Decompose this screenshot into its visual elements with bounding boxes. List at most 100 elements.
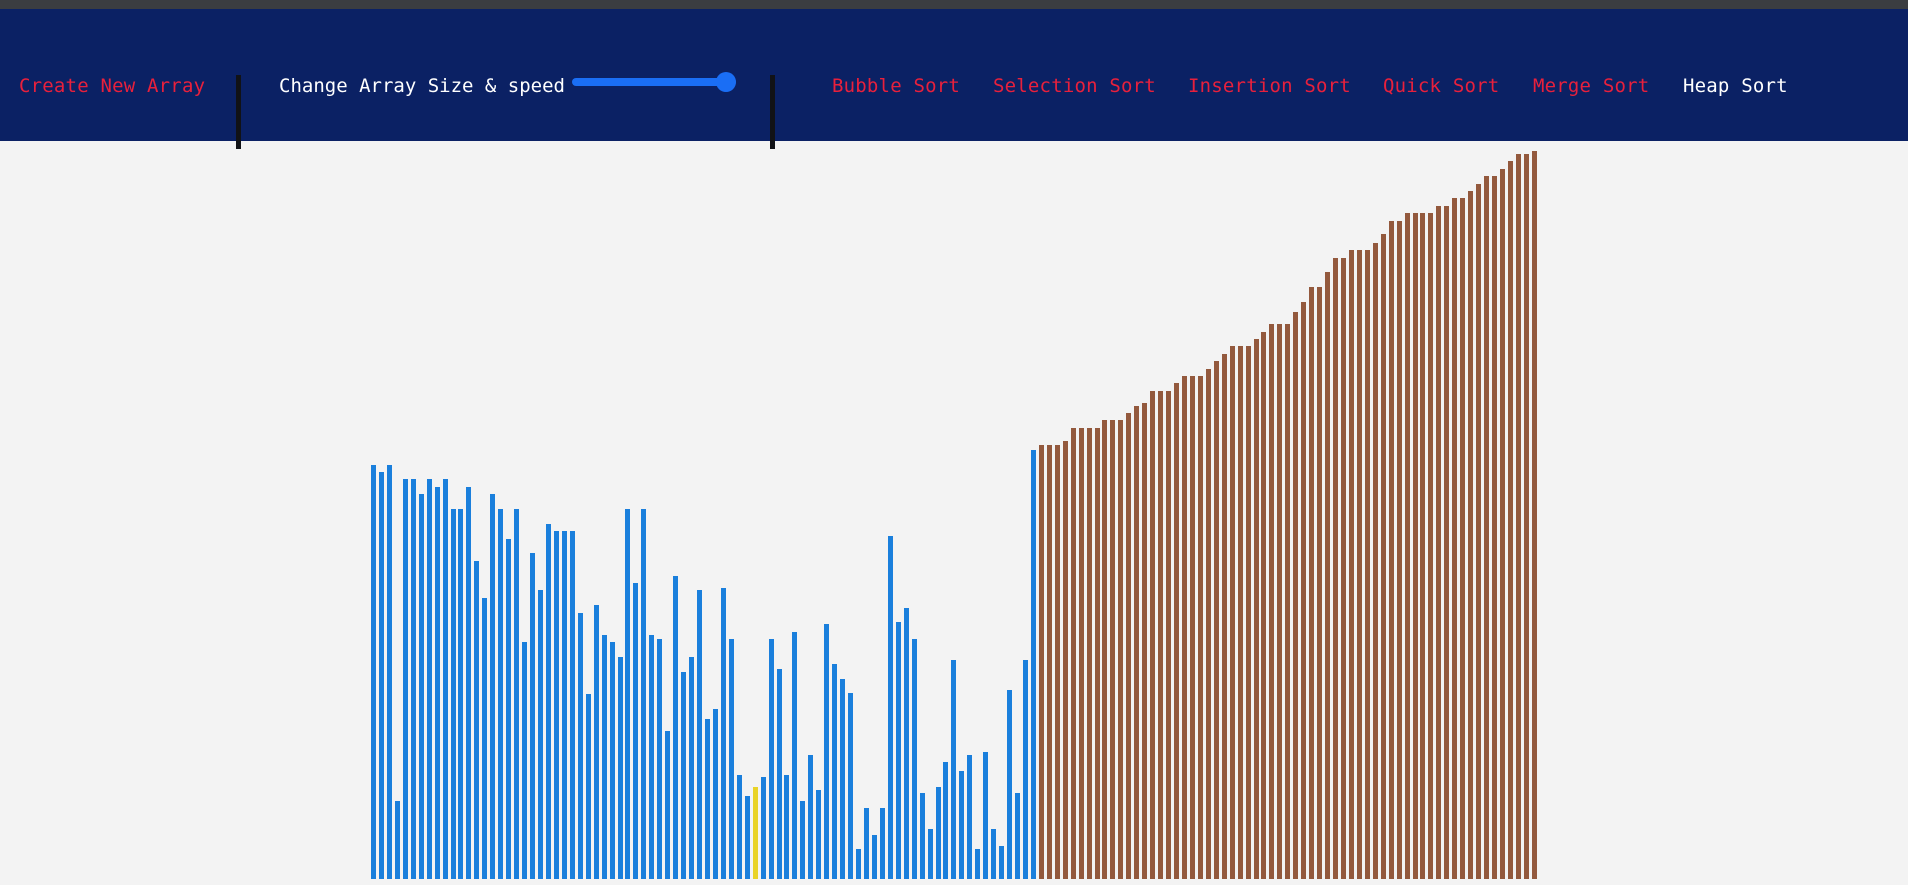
slider-thumb[interactable] <box>716 72 736 92</box>
array-bar <box>1531 151 1537 879</box>
array-bar <box>1007 690 1012 879</box>
bubble-sort-link[interactable]: Bubble Sort <box>832 74 960 98</box>
array-bar <box>410 479 416 879</box>
array-bar <box>1372 243 1378 879</box>
array-bar <box>522 642 527 879</box>
array-bar <box>593 605 599 879</box>
array-bar <box>633 583 639 879</box>
array-bar <box>545 524 551 879</box>
array-bar <box>999 846 1005 879</box>
array-bar <box>386 465 392 879</box>
array-size-speed-slider[interactable] <box>572 72 736 92</box>
array-bar <box>983 752 989 879</box>
array-bar <box>553 531 559 879</box>
array-bar <box>1293 312 1299 879</box>
array-bar <box>1428 213 1434 879</box>
array-bar <box>609 642 615 879</box>
array-bar <box>1181 376 1187 879</box>
array-bar <box>1492 176 1497 879</box>
array-bar <box>450 509 456 879</box>
array-bar <box>530 553 535 879</box>
array-bar <box>1022 660 1028 879</box>
array-bar <box>1062 441 1068 879</box>
array-bar <box>943 762 949 879</box>
array-bar <box>840 679 845 879</box>
navbar-divider-left <box>236 75 241 149</box>
array-bar <box>1404 213 1410 879</box>
array-bar <box>728 639 734 879</box>
navbar: Create New Array Change Array Size & spe… <box>0 9 1908 149</box>
create-new-array-link[interactable]: Create New Array <box>19 74 205 98</box>
array-bar <box>856 849 861 879</box>
array-bar <box>1150 391 1156 879</box>
array-bar <box>1356 250 1362 879</box>
array-bar <box>1285 324 1291 879</box>
array-bar <box>434 487 440 879</box>
array-bar <box>744 796 750 879</box>
array-bar <box>673 576 679 879</box>
array-bar <box>967 755 973 879</box>
array-bar <box>951 660 957 879</box>
array-bar <box>1261 332 1267 879</box>
array-bar <box>426 479 432 879</box>
array-bar <box>1523 154 1529 879</box>
array-bar <box>935 787 941 879</box>
array-bar <box>1038 445 1044 879</box>
array-bar <box>1515 154 1521 879</box>
insertion-sort-link[interactable]: Insertion Sort <box>1188 74 1351 98</box>
heap-sort-link[interactable]: Heap Sort <box>1683 74 1788 98</box>
array-bar <box>665 731 671 879</box>
array-bar <box>816 790 822 879</box>
array-bar <box>871 835 877 879</box>
array-bar <box>919 793 925 879</box>
quick-sort-link[interactable]: Quick Sort <box>1383 74 1499 98</box>
array-bar <box>402 479 408 879</box>
array-bar <box>474 561 480 879</box>
array-bar <box>1070 428 1076 879</box>
array-bar <box>466 487 472 879</box>
array-bar <box>378 472 384 879</box>
array-bar <box>712 709 718 879</box>
array-bar <box>784 775 790 879</box>
array-bar <box>903 608 909 879</box>
merge-sort-link[interactable]: Merge Sort <box>1533 74 1649 98</box>
array-bars-container <box>0 141 1908 885</box>
array-bar <box>1245 346 1251 879</box>
array-bar <box>1309 287 1315 879</box>
array-bar <box>538 590 543 879</box>
array-bar <box>1277 324 1283 879</box>
array-bar <box>832 664 838 879</box>
array-bar <box>394 801 400 879</box>
array-bar <box>1030 450 1036 879</box>
array-bar <box>697 590 702 879</box>
array-bar <box>1189 376 1195 879</box>
array-bar <box>776 669 782 879</box>
array-bar <box>498 509 504 879</box>
array-bar <box>617 657 623 879</box>
array-bar <box>601 635 607 879</box>
array-bar <box>760 777 766 879</box>
array-bar <box>1158 391 1164 879</box>
array-bar <box>1126 413 1132 879</box>
array-bar <box>1229 346 1235 879</box>
array-bar <box>1110 420 1116 879</box>
array-bar <box>1499 169 1505 879</box>
array-bar <box>824 624 830 879</box>
array-bar <box>1054 445 1060 879</box>
array-bar <box>1205 369 1211 879</box>
array-bar <box>1078 428 1084 879</box>
array-bar <box>704 719 710 879</box>
array-bar <box>1046 445 1052 879</box>
array-bar <box>1476 184 1481 879</box>
array-bar <box>1134 406 1140 879</box>
array-bar <box>975 849 981 879</box>
array-bar <box>641 509 647 879</box>
array-bar <box>927 829 933 879</box>
array-bar <box>625 509 631 879</box>
array-bar <box>800 801 806 879</box>
array-bar <box>1102 420 1108 879</box>
selection-sort-link[interactable]: Selection Sort <box>993 74 1156 98</box>
array-bar <box>1237 346 1243 879</box>
navbar-divider-right <box>770 75 775 149</box>
array-bar <box>569 531 575 879</box>
